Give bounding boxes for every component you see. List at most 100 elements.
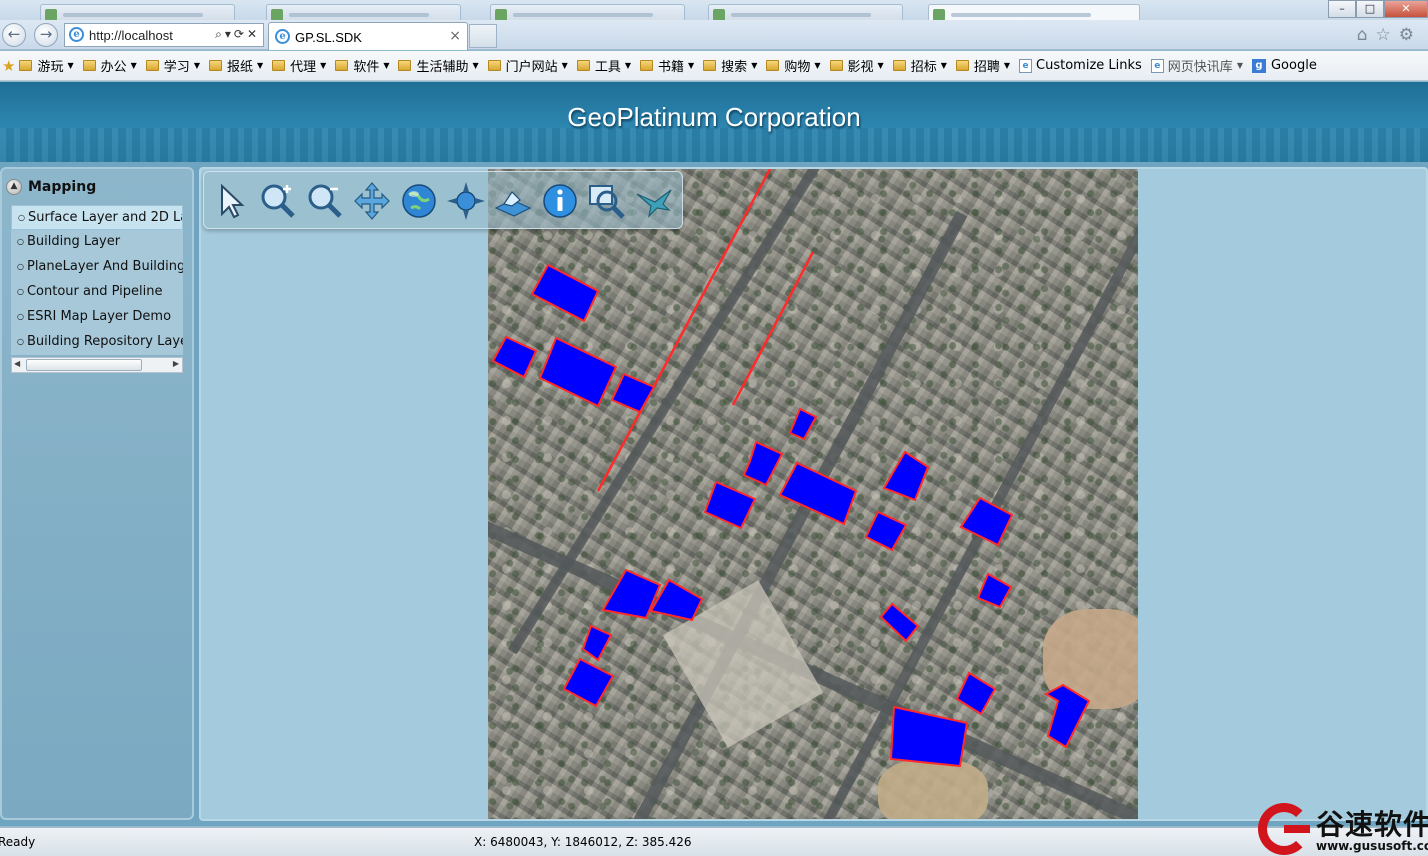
folder-icon	[272, 60, 286, 71]
building-footprint[interactable]	[882, 450, 930, 502]
dropdown-caret-icon: ▼	[814, 61, 821, 70]
tree-item[interactable]: ○ Building Layer	[11, 230, 183, 255]
dropdown-caret-icon: ▼	[624, 61, 631, 70]
webslice-gallery[interactable]: e 网页快讯库 ▼	[1150, 56, 1243, 75]
fly-tool-button[interactable]	[633, 180, 675, 222]
close-tab-icon[interactable]: ×	[449, 28, 461, 44]
scroll-thumb[interactable]	[26, 359, 142, 371]
favorites-folder[interactable]: 招标 ▼	[892, 56, 947, 75]
zoom-out-icon	[308, 184, 342, 218]
building-footprint[interactable]	[788, 407, 818, 441]
favorites-folder[interactable]: 学习 ▼	[145, 56, 200, 75]
building-footprint[interactable]	[889, 705, 969, 768]
bullet-icon: ○	[17, 312, 24, 321]
app-title: GeoPlatinum Corporation	[567, 102, 861, 132]
favorites-folder[interactable]: 搜索 ▼	[703, 56, 757, 75]
select-arrow-tool-button[interactable]	[210, 180, 252, 222]
info-tool-button[interactable]	[539, 180, 581, 222]
horizontal-scrollbar[interactable]: ◀ ▶	[11, 357, 183, 373]
dropdown-caret-icon: ▼	[256, 61, 264, 70]
favorites-folder[interactable]: 工具 ▼	[576, 56, 631, 75]
favorites-folder[interactable]: 招聘 ▼	[955, 56, 1010, 75]
dropdown-caret-icon: ▼	[193, 61, 200, 70]
restore-button[interactable]: □	[1356, 0, 1384, 18]
folder-icon	[82, 60, 96, 71]
building-footprint[interactable]	[562, 657, 615, 708]
scroll-left-icon[interactable]: ◀	[14, 359, 20, 368]
zoom-in-tool-button[interactable]	[257, 180, 299, 222]
watermark-g-bar	[1284, 825, 1310, 833]
map-view[interactable]	[488, 169, 1138, 819]
favorites-folder[interactable]: 报纸 ▼	[208, 56, 264, 75]
folder-icon	[487, 60, 501, 71]
address-bar[interactable]: e http://localhost ⌕▾⟳✕	[64, 23, 264, 47]
favorites-folder[interactable]: 软件 ▼	[335, 56, 389, 75]
folder-icon	[398, 60, 412, 71]
sidebar-panel: ▲ Mapping ○Surface Layer and 2D Layer○Bu…	[0, 167, 194, 820]
close-button[interactable]: ✕	[1384, 0, 1428, 18]
scroll-right-icon[interactable]: ▶	[173, 359, 179, 368]
tree-item[interactable]: ○PlaneLayer And Building Layer	[11, 255, 183, 280]
building-footprint[interactable]	[538, 336, 618, 408]
pan-tool-button[interactable]	[351, 180, 393, 222]
customize-links[interactable]: e Customize Links	[1019, 58, 1142, 73]
building-footprint[interactable]	[864, 510, 908, 552]
dropdown-caret-icon: ▼	[472, 61, 479, 70]
forward-button[interactable]: →	[34, 23, 58, 47]
folder-icon	[19, 60, 33, 71]
info-icon	[543, 184, 577, 218]
zoom-window-tool-button[interactable]	[586, 180, 628, 222]
tree-item[interactable]: ○ Building Repository Layer	[11, 330, 183, 355]
ie-tab-icon: e	[275, 29, 290, 44]
page-icon: e	[1150, 58, 1164, 73]
tree-item[interactable]: ○Surface Layer and 2D Layer	[11, 205, 183, 230]
building-footprint[interactable]	[610, 372, 656, 414]
building-footprint[interactable]	[581, 624, 613, 662]
collapse-icon[interactable]: ▲	[6, 179, 22, 195]
building-footprint[interactable]	[959, 496, 1014, 547]
bullet-icon: ○	[17, 287, 24, 296]
building-footprint[interactable]	[879, 602, 920, 643]
globe-tool-button[interactable]	[398, 180, 440, 222]
favorites-star-icon[interactable]: ★	[2, 57, 15, 75]
tree-item[interactable]: ○ ESRI Map Layer Demo	[11, 305, 183, 330]
bullet-icon: ○	[18, 213, 25, 222]
zoom-in-icon	[261, 184, 295, 218]
folder-icon	[640, 60, 653, 71]
building-footprint[interactable]	[778, 461, 858, 526]
app-header: GeoPlatinum Corporation	[0, 82, 1428, 162]
building-footprint[interactable]	[1043, 683, 1091, 749]
google-link[interactable]: g Google	[1251, 58, 1317, 73]
address-action-icons[interactable]: ⌕▾⟳✕	[215, 27, 260, 42]
favorites-folder[interactable]: 门户网站 ▼	[487, 56, 568, 75]
building-footprint[interactable]	[955, 671, 997, 716]
new-tab-button[interactable]	[469, 24, 497, 48]
building-footprint[interactable]	[742, 440, 784, 487]
navigate-tool-button[interactable]	[445, 180, 487, 222]
status-bar: Ready X: 6480043, Y: 1846012, Z: 385.426	[0, 827, 1428, 856]
dropdown-caret-icon: ▼	[320, 61, 327, 70]
building-footprint[interactable]	[491, 335, 538, 379]
tree-item[interactable]: ○ Contour and Pipeline	[11, 280, 183, 305]
watermark-url: www.gususoft.com	[1316, 839, 1428, 853]
building-footprint[interactable]	[703, 480, 757, 530]
address-text[interactable]: http://localhost	[89, 28, 173, 43]
favorites-folder[interactable]: 代理 ▼	[272, 56, 326, 75]
building-footprint[interactable]	[530, 263, 600, 323]
favorites-folder[interactable]: 影视 ▼	[829, 56, 884, 75]
bullet-icon: ○	[17, 337, 24, 346]
favorites-folder[interactable]: 生活辅助 ▼	[398, 56, 479, 75]
minimize-button[interactable]: –	[1328, 0, 1356, 18]
building-footprint[interactable]	[976, 572, 1013, 609]
favorites-folder[interactable]: 办公 ▼	[82, 56, 137, 75]
favorites-folder[interactable]: 购物 ▼	[766, 56, 821, 75]
zoom-out-tool-button[interactable]	[304, 180, 346, 222]
folder-icon	[829, 60, 843, 71]
back-button[interactable]: ←	[2, 23, 26, 47]
browser-right-icons[interactable]: ⌂☆⚙	[1357, 25, 1422, 45]
favorites-folder[interactable]: 书籍 ▼	[640, 56, 694, 75]
favorites-folder[interactable]: 游玩 ▼	[19, 56, 74, 75]
tab-active[interactable]: e GP.SL.SDK ×	[268, 22, 468, 50]
sidebar-header[interactable]: ▲ Mapping	[6, 179, 96, 195]
layer-tool-button[interactable]	[492, 180, 534, 222]
